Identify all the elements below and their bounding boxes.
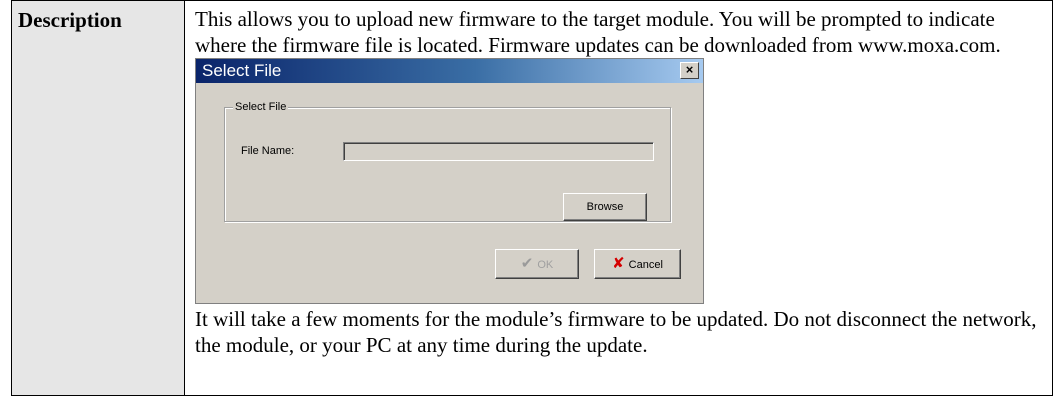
intro-paragraph: This allows you to upload new firmware t… bbox=[195, 7, 1001, 57]
ok-label: OK bbox=[537, 259, 554, 271]
group-label: Select File bbox=[233, 100, 289, 114]
browse-button[interactable]: Browse bbox=[563, 193, 647, 221]
cancel-button[interactable]: ✘ Cancel bbox=[594, 249, 681, 279]
label-cell: Description bbox=[11, 0, 185, 396]
check-icon: ✔ bbox=[520, 255, 534, 272]
x-icon: ✘ bbox=[612, 255, 625, 272]
description-table: Description This allows you to upload ne… bbox=[11, 0, 1053, 396]
close-icon: × bbox=[685, 62, 694, 77]
content-cell: This allows you to upload new firmware t… bbox=[184, 0, 1053, 396]
cancel-label: Cancel bbox=[628, 259, 663, 271]
select-file-group: Select File File Name: Browse bbox=[224, 100, 671, 222]
outro-paragraph: It will take a few moments for the modul… bbox=[195, 307, 1037, 357]
close-button[interactable]: × bbox=[680, 62, 699, 79]
file-name-label: File Name: bbox=[241, 145, 295, 157]
dialog-titlebar: Select File × bbox=[196, 59, 703, 83]
description-label: Description bbox=[18, 8, 122, 32]
ok-button[interactable]: ✔ OK bbox=[495, 249, 579, 279]
file-name-field[interactable] bbox=[343, 142, 654, 161]
select-file-dialog: Select File × Select File File Name: Bro… bbox=[195, 58, 704, 304]
dialog-title: Select File bbox=[202, 61, 282, 80]
